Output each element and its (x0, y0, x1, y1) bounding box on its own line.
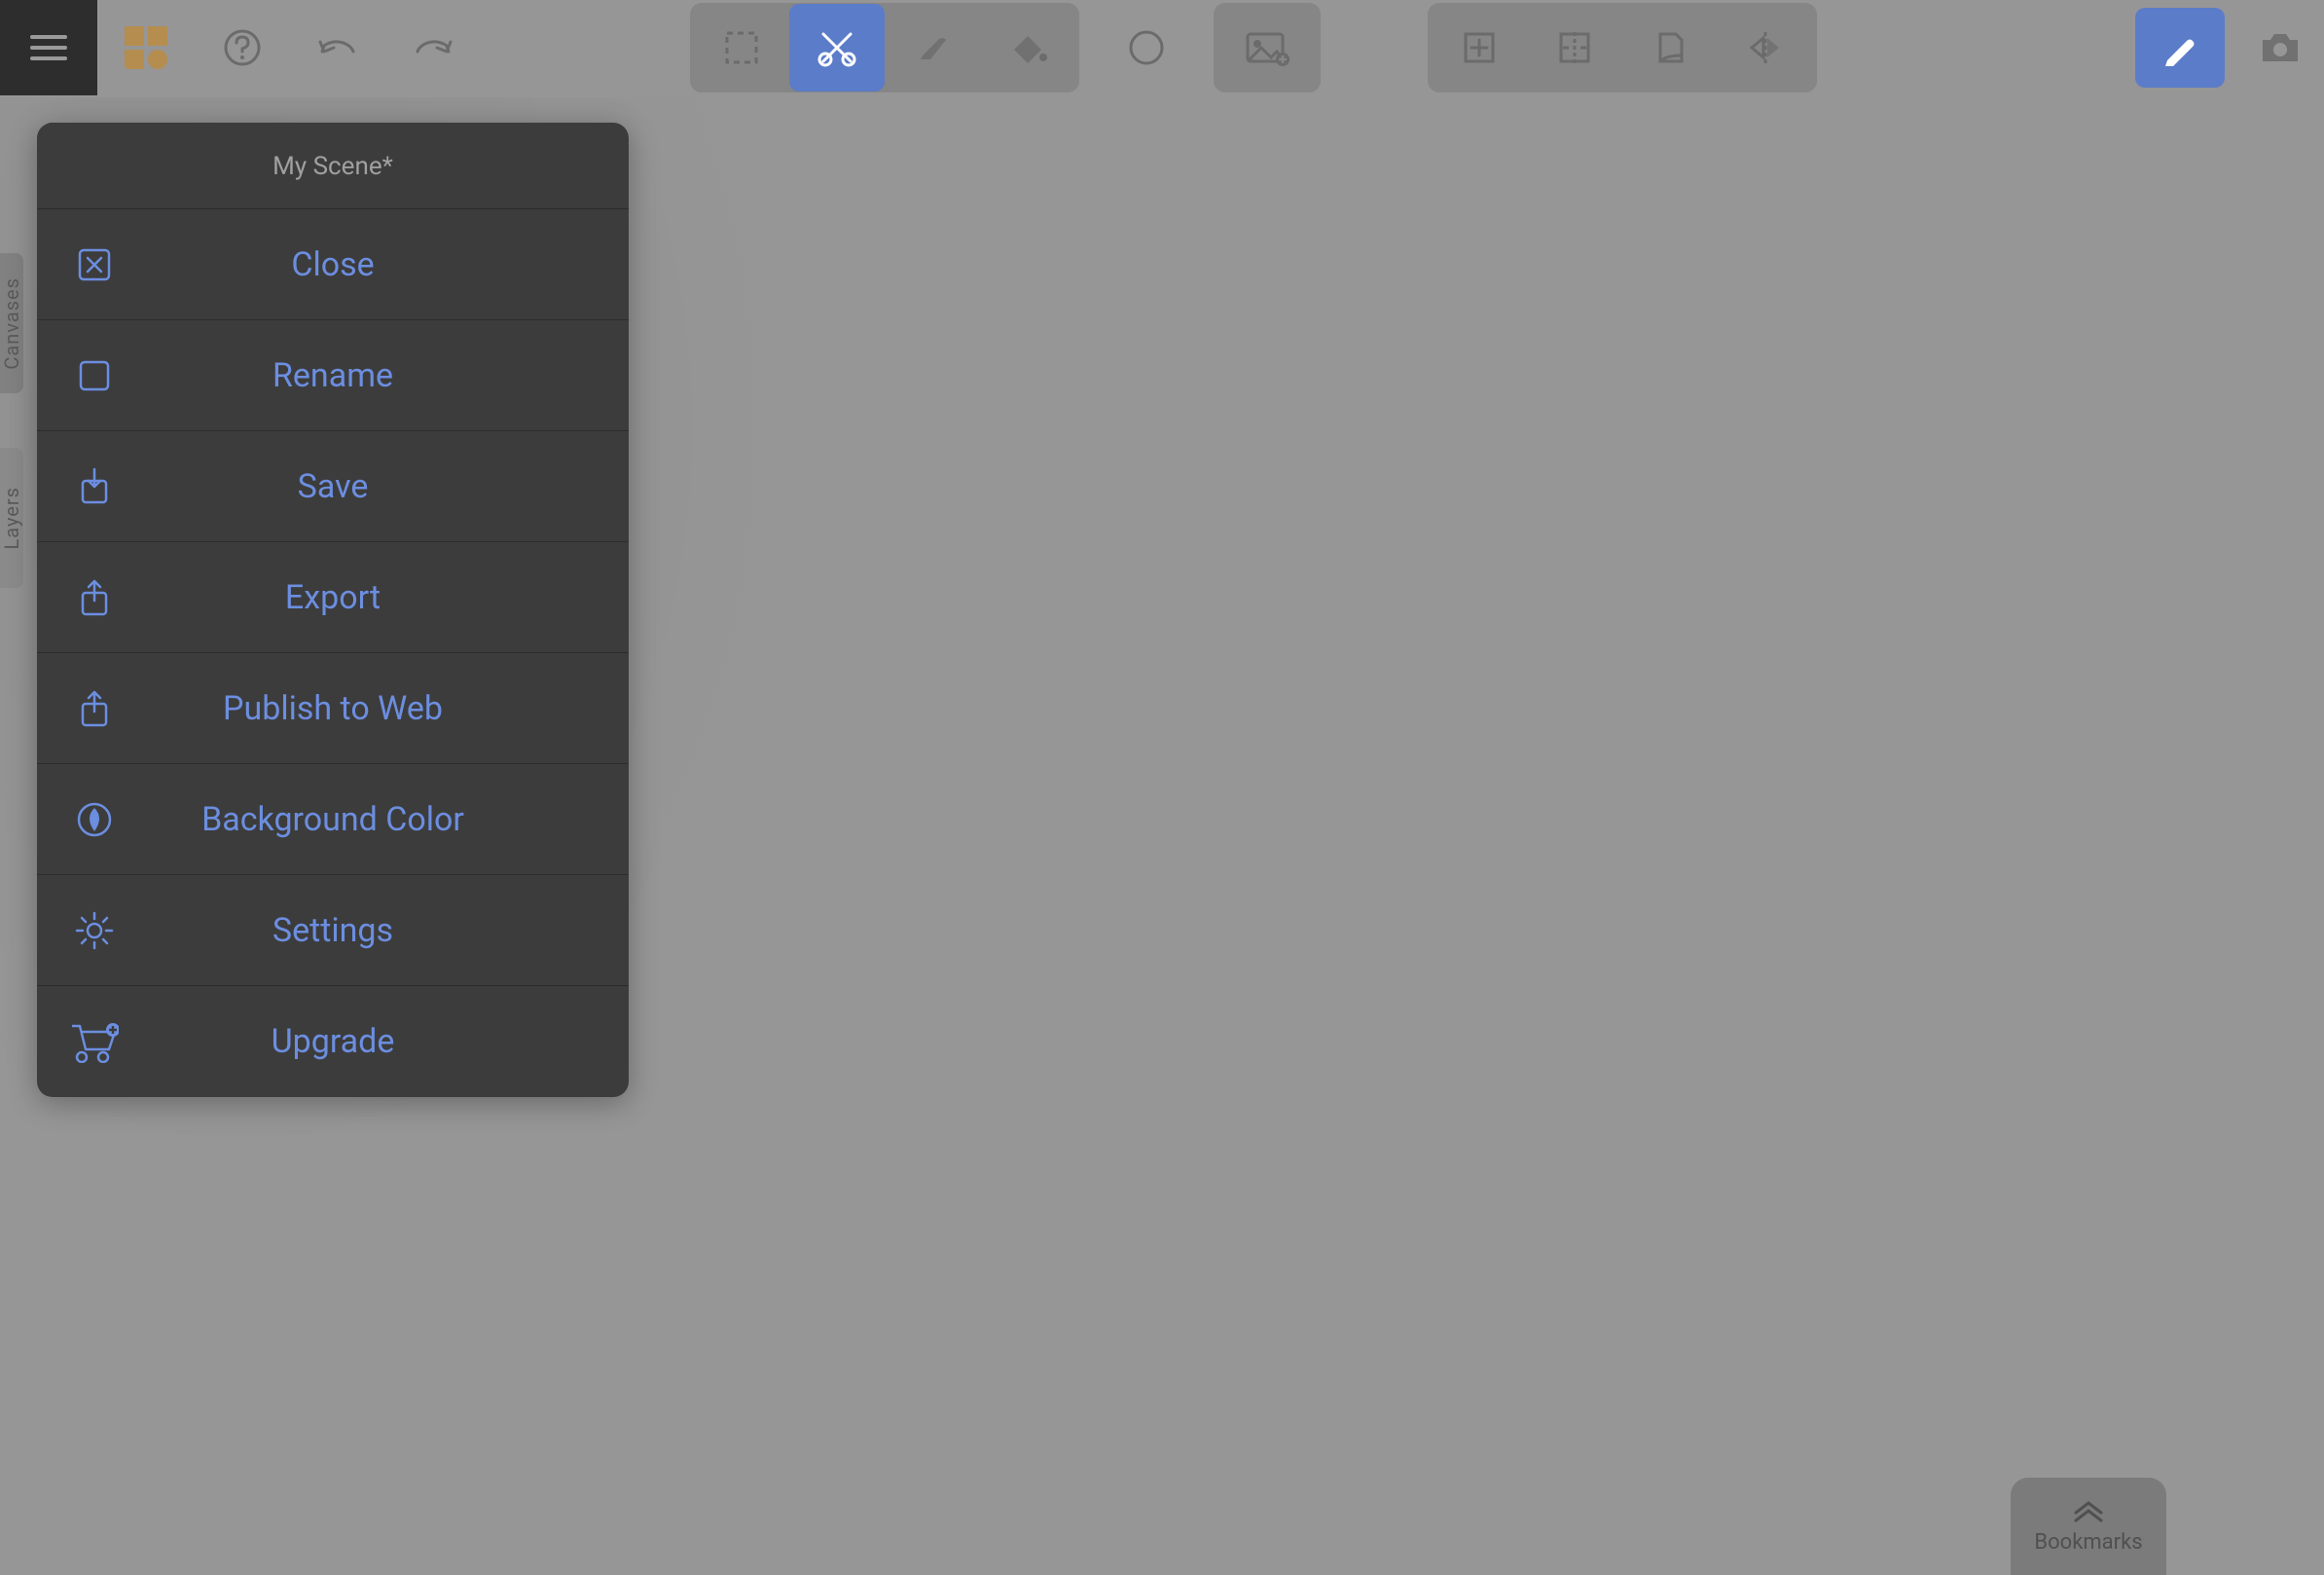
shape-circle-tool[interactable] (1099, 4, 1194, 92)
select-tool[interactable] (694, 4, 789, 92)
menu-item-background-color[interactable]: Background Color (37, 764, 629, 875)
insert-image-button[interactable] (1219, 4, 1315, 92)
menu-item-rename[interactable]: Rename (37, 320, 629, 431)
rename-icon (37, 358, 125, 393)
scissors-icon (816, 26, 858, 69)
hamburger-icon (30, 35, 67, 60)
camera-button[interactable] (2236, 4, 2324, 92)
menu-upgrade-label: Upgrade (125, 1022, 629, 1061)
undo-button[interactable] (290, 4, 385, 92)
scene-title: My Scene* (37, 123, 629, 209)
camera-icon (2259, 30, 2302, 65)
canvases-tab[interactable]: Canvases (0, 253, 23, 393)
menu-item-upgrade[interactable]: Upgrade (37, 986, 629, 1097)
page-button[interactable] (1622, 4, 1718, 92)
bookmarks-label: Bookmarks (2034, 1530, 2142, 1555)
menu-background-color-label: Background Color (125, 800, 629, 839)
add-panel-icon (1460, 28, 1499, 67)
templates-button[interactable] (97, 0, 195, 95)
templates-icon (125, 26, 167, 69)
redo-button[interactable] (385, 4, 481, 92)
mirror-button[interactable] (1718, 4, 1813, 92)
eraser-icon (913, 28, 952, 67)
menu-item-publish[interactable]: Publish to Web (37, 653, 629, 764)
layers-tab-label: Layers (0, 487, 23, 550)
pen-icon (2161, 29, 2198, 66)
menu-button[interactable] (0, 0, 97, 95)
page-tools-group (1428, 3, 1817, 92)
help-icon (223, 28, 262, 67)
menu-export-label: Export (125, 578, 629, 617)
fill-tool[interactable] (980, 4, 1075, 92)
cut-tool[interactable] (789, 4, 885, 92)
undo-icon (316, 28, 359, 67)
redo-icon (412, 28, 454, 67)
menu-rename-label: Rename (125, 356, 629, 395)
split-button[interactable] (1527, 4, 1622, 92)
upgrade-icon (37, 1020, 125, 1063)
circle-icon (1127, 28, 1166, 67)
image-icon (1244, 28, 1290, 67)
main-menu-dropdown: My Scene* Close Rename Save (37, 123, 629, 1097)
mirror-icon (1746, 28, 1785, 67)
chevron-up-icon (2072, 1499, 2105, 1522)
selection-icon (721, 27, 762, 68)
eraser-tool[interactable] (885, 4, 980, 92)
menu-item-close[interactable]: Close (37, 209, 629, 320)
add-panel-button[interactable] (1432, 4, 1527, 92)
menu-item-save[interactable]: Save (37, 431, 629, 542)
image-group (1214, 3, 1321, 92)
export-icon (37, 577, 125, 618)
pen-tool[interactable] (2135, 8, 2225, 88)
menu-save-label: Save (125, 467, 629, 506)
settings-icon (37, 910, 125, 951)
bucket-icon (1006, 28, 1049, 67)
canvases-tab-label: Canvases (0, 277, 23, 370)
top-toolbar (0, 0, 2324, 95)
bookmarks-button[interactable]: Bookmarks (2011, 1478, 2166, 1575)
help-button[interactable] (195, 4, 290, 92)
background-color-icon (37, 800, 125, 839)
split-icon (1555, 28, 1594, 67)
page-icon (1651, 28, 1689, 67)
menu-item-settings[interactable]: Settings (37, 875, 629, 986)
save-icon (37, 467, 125, 506)
menu-publish-label: Publish to Web (125, 689, 629, 728)
publish-icon (37, 688, 125, 729)
close-icon (37, 247, 125, 282)
menu-settings-label: Settings (125, 911, 629, 950)
menu-close-label: Close (125, 245, 629, 284)
edit-tools-group (690, 3, 1079, 92)
menu-item-export[interactable]: Export (37, 542, 629, 653)
layers-tab[interactable]: Layers (0, 448, 23, 588)
